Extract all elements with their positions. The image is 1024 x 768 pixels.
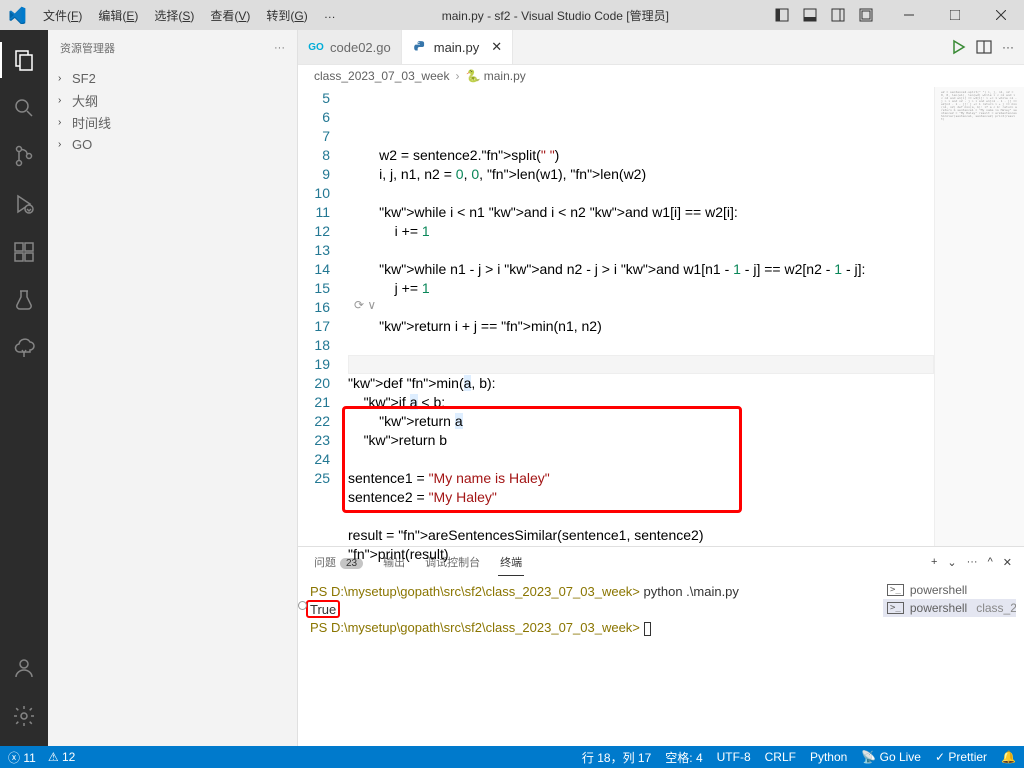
more-icon[interactable]: ··· [967,556,978,569]
tree-item[interactable]: ›大纲 [48,89,297,111]
codelens-icon[interactable]: ⟳ ∨ [354,296,376,315]
menu-item[interactable]: 文件(F) [36,3,89,28]
code-content[interactable]: ⟳ ∨ w2 = sentence2."fn">split(" ") i, j,… [348,87,934,546]
layout-icon[interactable] [852,0,880,30]
tree-item[interactable]: ›SF2 [48,67,297,89]
run-icon[interactable] [950,39,966,55]
powershell-icon: >_ [887,602,904,614]
close-button[interactable] [978,0,1024,30]
go-icon: GO [308,39,324,55]
vscode-icon [0,6,34,24]
explorer-icon[interactable] [0,38,48,82]
menu-item[interactable]: … [317,3,343,28]
breadcrumb[interactable]: class_2023_07_03_week›🐍 main.py [298,65,1024,87]
tab[interactable]: main.py✕ [402,30,513,64]
code-area[interactable]: 5678910111213141516171819202122232425 ⟳ … [298,87,1024,546]
gutter: 5678910111213141516171819202122232425 [298,87,348,546]
layout-icon[interactable] [824,0,852,30]
status-item[interactable]: UTF-8 [717,750,751,764]
panel: 问题23输出调试控制台终端 + ⌄ ··· ^ ✕ PS D:\mysetup\… [298,546,1024,746]
run-debug-icon[interactable] [0,182,48,226]
window-controls [886,0,1024,30]
bell-icon[interactable]: 🔔 [1001,750,1016,764]
maximize-panel-icon[interactable]: ^ [988,556,993,569]
testing-icon[interactable] [0,278,48,322]
tree-item[interactable]: ›时间线 [48,111,297,133]
status-bar: ⓧ 11 ⚠ 12 行 18，列 17 空格: 4 UTF-8 CRLF Python 📡… [0,746,1024,768]
tab[interactable]: GOcode02.go [298,30,402,64]
tab-bar: GOcode02.gomain.py✕ ··· [298,30,1024,65]
split-icon[interactable] [976,39,992,55]
more-icon[interactable]: ··· [1002,40,1014,54]
settings-icon[interactable] [0,694,48,738]
sidebar-title: 资源管理器 [60,40,115,56]
maximize-button[interactable] [932,0,978,30]
search-icon[interactable] [0,86,48,130]
activity-bar [0,30,48,746]
close-tab-icon[interactable]: ✕ [491,39,502,55]
terminal-instance[interactable]: >_powershellclass_2… [883,599,1016,617]
status-warnings[interactable]: ⚠ 12 [48,750,75,764]
extensions-icon[interactable] [0,230,48,274]
titlebar: 文件(F)编辑(E)选择(S)查看(V)转到(G)… main.py - sf2… [0,0,1024,30]
python-icon [412,39,428,55]
source-control-icon[interactable] [0,134,48,178]
layout-buttons [768,0,880,30]
minimap[interactable]: w2 = sentence2.split(" ") i, j, n1, n2 =… [934,87,1024,546]
window-title: main.py - sf2 - Visual Studio Code [管理员] [343,7,768,24]
menu-item[interactable]: 编辑(E) [91,3,145,28]
layout-icon[interactable] [768,0,796,30]
editor-group: GOcode02.gomain.py✕ ··· class_2023_07_03… [298,30,1024,746]
more-icon[interactable]: ··· [274,42,285,54]
sidebar-header: 资源管理器 ··· [48,30,297,65]
menu-item[interactable]: 查看(V) [203,3,257,28]
status-item[interactable]: 📡 Go Live [861,750,921,764]
minimize-button[interactable] [886,0,932,30]
status-item[interactable]: Python [810,750,847,764]
chevron-down-icon[interactable]: ⌄ [947,556,956,569]
cloud-icon[interactable] [0,326,48,370]
menu-bar: 文件(F)编辑(E)选择(S)查看(V)转到(G)… [36,3,343,28]
tree: ›SF2›大纲›时间线›GO [48,65,297,157]
tree-item[interactable]: ›GO [48,133,297,155]
close-panel-icon[interactable]: ✕ [1003,556,1012,569]
terminal[interactable]: PS D:\mysetup\gopath\src\sf2\class_2023_… [298,577,874,746]
status-item[interactable]: CRLF [765,750,796,764]
terminal-list: >_powershell>_powershellclass_2… [874,577,1024,746]
status-item[interactable]: 空格: 4 [665,749,702,766]
layout-icon[interactable] [796,0,824,30]
status-item[interactable]: ✓ Prettier [935,750,987,764]
powershell-icon: >_ [887,584,904,596]
menu-item[interactable]: 选择(S) [147,3,201,28]
status-item[interactable]: 行 18，列 17 [582,749,651,766]
menu-item[interactable]: 转到(G) [259,3,314,28]
account-icon[interactable] [0,646,48,690]
terminal-instance[interactable]: >_powershell [883,581,1016,599]
status-errors[interactable]: ⓧ 11 [8,749,36,766]
sidebar: 资源管理器 ··· ›SF2›大纲›时间线›GO [48,30,298,746]
